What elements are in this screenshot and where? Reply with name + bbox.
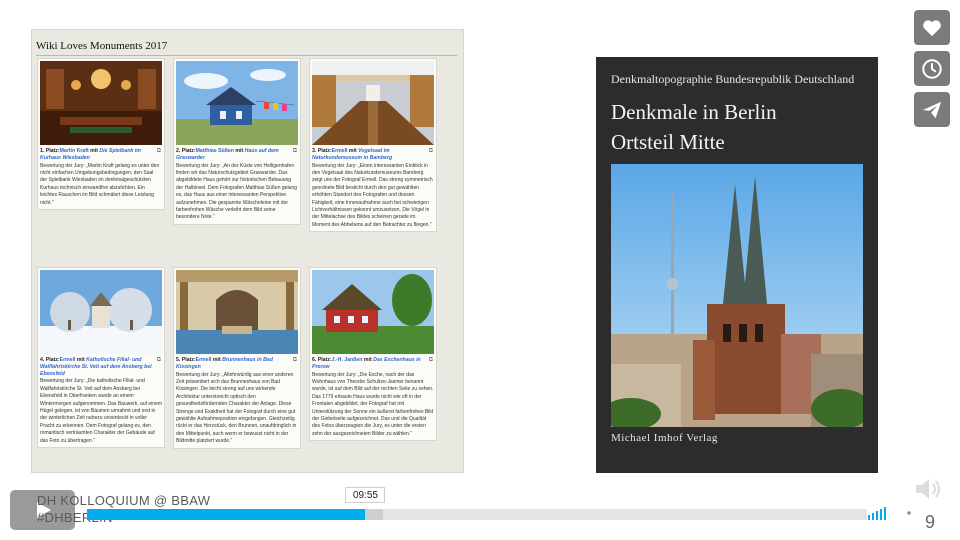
- jury-text: Bewertung der Jury: „Die katholische Fil…: [40, 378, 163, 444]
- paper-plane-icon: [922, 101, 942, 118]
- heart-icon: [923, 19, 941, 36]
- jury-text: Bewertung der Jury: „Martin Kraft gelang…: [40, 162, 160, 206]
- photo-vogelsaal: [312, 61, 434, 145]
- settings-gear-icon[interactable]: [901, 505, 917, 521]
- card-caption: 5. Platz:Ermell mit Brunnenhaus in Bad K…: [176, 357, 273, 370]
- winner-card: 1. Platz:Martin Kraft mit Die Spielbank …: [37, 58, 165, 211]
- share-button[interactable]: [914, 92, 950, 127]
- video-player-controls: DH KOLLOQUIUM @ BBAW #DHBERLIN 09:55: [10, 487, 950, 530]
- progress-played: [87, 509, 366, 520]
- enlarge-icon[interactable]: ⧉: [293, 357, 297, 364]
- enlarge-icon[interactable]: ⧉: [293, 148, 297, 155]
- watch-later-button[interactable]: [914, 51, 950, 86]
- book-series: Denkmaltopographie Bundesrepublik Deutsc…: [611, 72, 855, 86]
- progress-bar[interactable]: [87, 509, 867, 520]
- corner-number: 9: [925, 512, 936, 532]
- photo-eschenhaus: [312, 270, 434, 354]
- photo-spielbank: [40, 61, 162, 145]
- winner-card: 3. Platz:Ermell mit Vogelsaal im Naturku…: [309, 58, 437, 233]
- book-title: Denkmale in Berlin Ortsteil Mitte: [611, 97, 777, 157]
- volume-bars[interactable]: [868, 504, 886, 520]
- card-caption: 2. Platz:Matthias Süßen mit Haus auf dem…: [176, 148, 279, 161]
- clock-icon: [922, 58, 942, 79]
- enlarge-icon[interactable]: ⧉: [157, 148, 161, 155]
- title-divider: [36, 55, 457, 56]
- card-caption: 6. Platz:J.-H. Janßen mit Das Eschenhaus…: [312, 357, 421, 370]
- card-caption: 1. Platz:Martin Kraft mit Die Spielbank …: [40, 148, 141, 161]
- time-tooltip: 09:55: [345, 487, 386, 503]
- winner-card: 6. Platz:J.-H. Janßen mit Das Eschenhaus…: [309, 267, 437, 442]
- photo-graswarder: [176, 61, 298, 145]
- photo-ansberg: [40, 270, 162, 354]
- book-title-line-2: Ortsteil Mitte: [611, 130, 725, 154]
- winner-card: 2. Platz:Matthias Süßen mit Haus auf dem…: [173, 58, 301, 225]
- enlarge-icon[interactable]: ⧉: [429, 148, 433, 155]
- cover-photo: [611, 164, 863, 427]
- winner-card: 5. Platz:Ermell mit Brunnenhaus in Bad K…: [173, 267, 301, 449]
- slide-panel: Wiki Loves Monuments 2017 1. Platz:Marti…: [31, 29, 464, 473]
- photo-brunnenhaus: [176, 270, 298, 354]
- video-title-line-1: DH KOLLOQUIUM @ BBAW: [37, 493, 211, 508]
- like-button[interactable]: [914, 10, 950, 45]
- jury-text: Bewertung der Jury: „An der Küste von He…: [176, 162, 297, 221]
- enlarge-icon[interactable]: ⧉: [429, 357, 433, 364]
- jury-text: Bewertung der Jury: „Altehrwürdig aus ei…: [176, 371, 297, 445]
- jury-text: Bewertung der Jury: „Einen interessanten…: [312, 162, 433, 228]
- book-publisher: Michael Imhof Verlag: [611, 432, 718, 444]
- panel-title: Wiki Loves Monuments 2017: [36, 40, 168, 52]
- book-title-line-1: Denkmale in Berlin: [611, 100, 777, 124]
- winner-card: 4. Platz:Ermell mit Katholische Filial- …: [37, 267, 165, 449]
- card-caption: 4. Platz:Ermell mit Katholische Filial- …: [40, 357, 152, 377]
- enlarge-icon[interactable]: ⧉: [157, 357, 161, 364]
- book-cover: Denkmaltopographie Bundesrepublik Deutsc…: [596, 57, 878, 473]
- jury-text: Bewertung der Jury: „Die Esche, nach der…: [312, 371, 434, 437]
- speaker-icon: [916, 479, 940, 499]
- card-caption: 3. Platz:Ermell mit Vogelsaal im Naturku…: [312, 148, 393, 161]
